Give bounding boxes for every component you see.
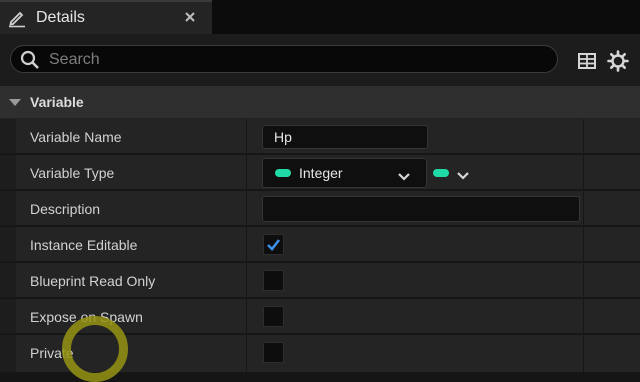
variable-type-value: Integer (299, 165, 343, 181)
tab-bar: Details (0, 0, 640, 34)
category-variable[interactable]: Variable (0, 86, 640, 119)
row-description: Description (0, 191, 640, 226)
pencil-icon (7, 8, 27, 28)
search-icon (20, 50, 40, 70)
expose-on-spawn-checkbox[interactable] (263, 306, 284, 327)
property-label: Expose on Spawn (30, 309, 143, 325)
description-field[interactable] (262, 196, 580, 222)
close-icon[interactable] (183, 10, 197, 24)
blueprint-read-only-checkbox[interactable] (263, 270, 284, 291)
checkmark-icon (267, 239, 281, 251)
private-checkbox[interactable] (263, 342, 284, 363)
table-icon[interactable] (577, 51, 597, 71)
property-label: Blueprint Read Only (30, 273, 156, 289)
row-expose-on-spawn: Expose on Spawn (0, 299, 640, 334)
container-type-pin-icon[interactable] (433, 169, 449, 177)
search-box[interactable] (10, 45, 558, 73)
details-tab[interactable]: Details (0, 0, 212, 34)
row-variable-type: Variable Type Integer (0, 155, 640, 190)
row-variable-name: Variable Name Hp (0, 119, 640, 154)
variable-name-field[interactable]: Hp (262, 125, 428, 149)
tab-title: Details (36, 9, 85, 26)
chevron-down-icon (397, 169, 411, 181)
property-label: Instance Editable (30, 237, 138, 253)
property-label: Variable Name (30, 129, 122, 145)
container-type-chevron-icon[interactable] (456, 168, 470, 180)
row-blueprint-read-only: Blueprint Read Only (0, 263, 640, 298)
expand-arrow-icon[interactable] (9, 99, 21, 106)
integer-pin-icon (275, 169, 291, 177)
details-toolbar (0, 34, 640, 86)
row-private: Private (0, 335, 640, 373)
instance-editable-checkbox[interactable] (263, 234, 284, 255)
category-label: Variable (30, 94, 84, 110)
property-label: Description (30, 201, 101, 217)
property-label: Variable Type (30, 165, 115, 181)
search-input[interactable] (47, 49, 551, 71)
gear-icon[interactable] (607, 50, 629, 72)
property-label: Private (30, 345, 74, 361)
variable-type-dropdown[interactable]: Integer (262, 158, 427, 188)
row-instance-editable: Instance Editable (0, 227, 640, 262)
